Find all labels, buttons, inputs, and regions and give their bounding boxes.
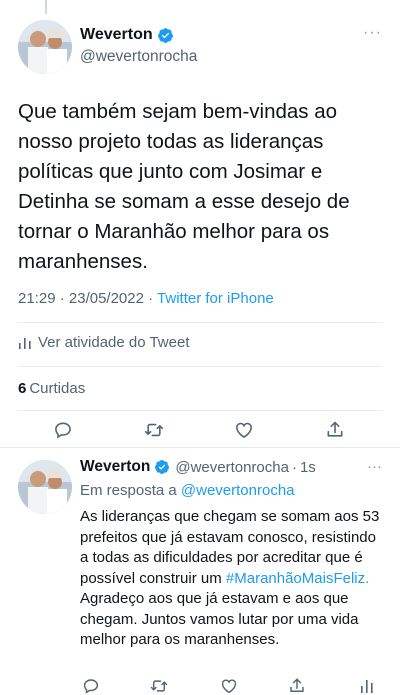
reply-header: Weverton @wevertonrocha · 1s: [80, 458, 316, 476]
reply-author-name[interactable]: Weverton: [80, 458, 150, 476]
share-icon: [327, 421, 343, 437]
likes-number: 6: [18, 380, 27, 397]
analytics-icon: [361, 680, 373, 693]
reply-text-part2: Agradeço aos que já estavam e aos que ch…: [80, 590, 359, 648]
hashtag-link[interactable]: #MaranhãoMaisFeliz.: [226, 570, 369, 587]
like-button[interactable]: [233, 419, 255, 441]
verified-badge-icon: [155, 460, 170, 474]
reply-icon: [83, 679, 99, 694]
meta-separator: ·: [148, 290, 158, 307]
meta-separator: ·: [291, 458, 297, 476]
meta-separator: ·: [59, 290, 69, 307]
author-name[interactable]: Weverton: [80, 26, 153, 44]
more-options-icon[interactable]: ···: [363, 24, 382, 42]
reply-tweet-analytics-button[interactable]: [356, 675, 378, 695]
author-handle[interactable]: @wevertonrocha: [80, 48, 197, 66]
tweet-source[interactable]: Twitter for iPhone: [157, 290, 274, 307]
reply-tweet-like-button[interactable]: [218, 675, 240, 695]
divider: [18, 322, 382, 323]
share-button[interactable]: [324, 419, 346, 441]
replying-to: Em resposta a @wevertonrocha: [80, 482, 295, 499]
retweet-button[interactable]: [143, 419, 165, 441]
view-activity-link[interactable]: Ver atividade do Tweet: [18, 334, 190, 351]
verified-badge-icon: [157, 27, 173, 43]
reply-more-options-icon[interactable]: ···: [367, 458, 382, 475]
retweet-icon: [150, 680, 168, 692]
thread-connector-line: [45, 0, 47, 14]
reply-avatar[interactable]: [18, 460, 72, 514]
tweet-text: Que também sejam bem-vindas ao nosso pro…: [18, 100, 350, 273]
main-tweet-header: Weverton @wevertonrocha ···: [18, 18, 382, 76]
activity-label: Ver atividade do Tweet: [38, 334, 190, 351]
divider: [18, 410, 382, 411]
reply-tweet-retweet-button[interactable]: [148, 675, 170, 695]
tweet-time[interactable]: 21:29: [18, 290, 56, 307]
reply-button[interactable]: [52, 419, 74, 441]
reply-text: As lideranças que chegam se somam aos 53…: [80, 507, 385, 651]
reply-icon: [55, 422, 71, 439]
reply-tweet-reply-button[interactable]: [80, 675, 102, 695]
share-icon: [290, 678, 304, 692]
reply-author-handle[interactable]: @wevertonrocha: [175, 459, 289, 476]
tweet-separator: [0, 447, 400, 455]
likes-label: Curtidas: [29, 380, 86, 397]
analytics-icon: [19, 337, 31, 349]
likes-count[interactable]: 6 Curtidas: [18, 380, 85, 397]
avatar[interactable]: [18, 20, 72, 74]
tweet-date[interactable]: 23/05/2022: [69, 290, 144, 307]
reply-tweet-share-button[interactable]: [286, 675, 308, 695]
divider: [18, 366, 382, 367]
like-icon: [236, 422, 252, 439]
replying-to-handle[interactable]: @wevertonrocha: [181, 482, 295, 499]
reply-time[interactable]: 1s: [300, 459, 316, 476]
like-icon: [221, 679, 237, 694]
tweet-meta: 21:29 · 23/05/2022 · Twitter for iPhone: [18, 290, 274, 307]
replying-prefix: Em resposta a: [80, 482, 177, 499]
retweet-icon: [144, 423, 164, 437]
